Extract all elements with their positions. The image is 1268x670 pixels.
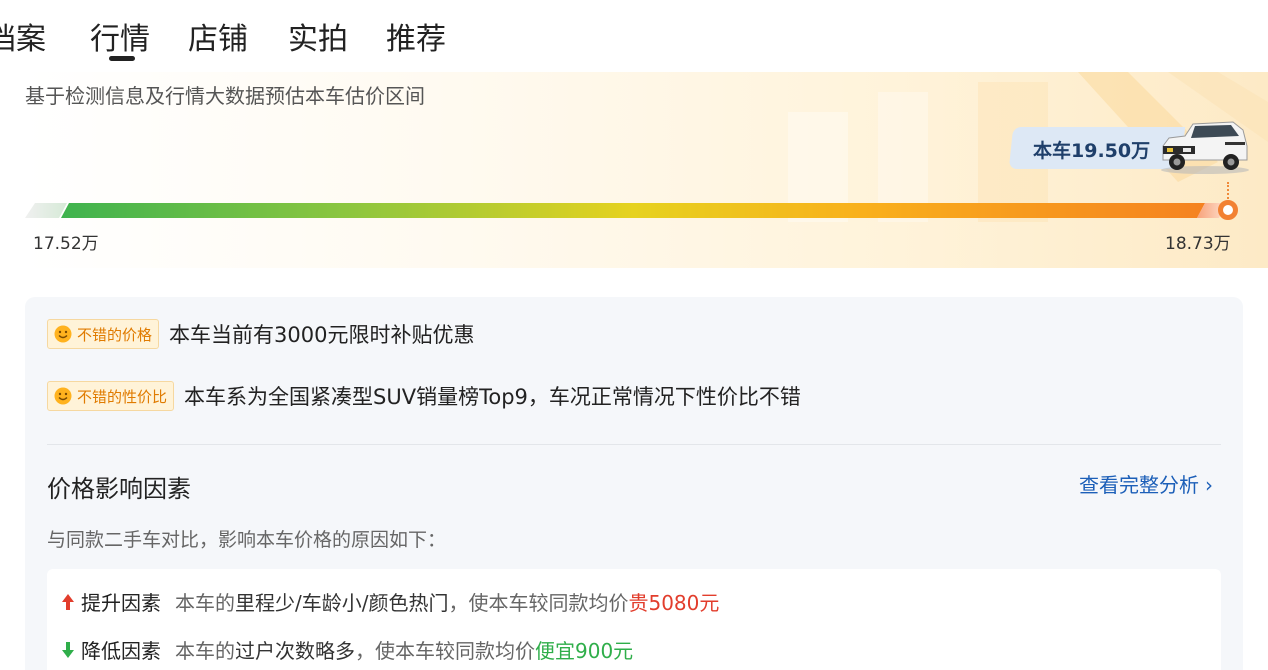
factor-up-mid: ，使本车较同款均价	[448, 591, 629, 615]
arrow-up-icon	[62, 593, 74, 610]
car-price-label: 本车19.50万	[1033, 140, 1151, 162]
tab-recommend[interactable]: 推荐	[386, 14, 446, 58]
range-low-label: 17.52万	[33, 234, 99, 254]
divider	[47, 444, 1221, 445]
factor-up-label: 提升因素	[81, 591, 161, 615]
tab-bar: 档案 行情 店铺 实拍 推荐	[0, 0, 1268, 64]
estimate-subtitle: 基于检测信息及行情大数据预估本车估价区间	[25, 84, 425, 108]
range-high-label: 18.73万	[1165, 234, 1231, 254]
view-full-analysis-label: 查看完整分析	[1079, 473, 1199, 497]
market-page: 档案 行情 店铺 实拍 推荐 基于检测信息及行情大数据预估本车估价区间 本车19…	[0, 0, 1268, 670]
smile-icon	[54, 387, 72, 405]
factor-down-pre: 本车的	[175, 639, 235, 663]
reason-badge: 不错的价格	[47, 319, 160, 349]
arrow-down-icon	[62, 641, 74, 658]
factor-down-mid: ，使本车较同款均价	[355, 639, 535, 663]
reason-item: 不错的价格 本车当前有3000元限时补贴优惠	[47, 319, 474, 349]
car-image	[1161, 121, 1249, 174]
factor-up-value: 贵5080元	[628, 591, 720, 615]
tab-market[interactable]: 行情	[90, 14, 150, 58]
factor-up-items: 里程少/车龄小/颜色热门	[235, 591, 449, 615]
factor-up-row: 提升因素 本车的 里程少/车龄小/颜色热门 ，使本车较同款均价 贵5080元	[61, 587, 719, 616]
price-analysis-card: 不错的价格 本车当前有3000元限时补贴优惠 不错的性价比 本车系为全国紧凑型S…	[25, 297, 1243, 670]
factors-list: 提升因素 本车的 里程少/车龄小/颜色热门 ，使本车较同款均价 贵5080元 降低因素…	[47, 569, 1221, 670]
smile-icon	[54, 325, 72, 343]
factor-down-row: 降低因素 本车的 过户次数略多 ，使本车较同款均价 便宜900元	[61, 635, 633, 664]
car-price-marker	[1218, 200, 1238, 220]
range-bar-below	[25, 203, 67, 218]
tab-store[interactable]: 店铺	[188, 14, 248, 58]
view-full-analysis-link[interactable]: 查看完整分析 ›	[1079, 469, 1213, 498]
active-tab-indicator	[109, 56, 135, 61]
tab-archive[interactable]: 档案	[0, 14, 46, 58]
tab-photos[interactable]: 实拍	[288, 14, 348, 58]
chevron-right-icon: ›	[1205, 473, 1213, 497]
reason-item: 不错的性价比 本车系为全国紧凑型SUV销量榜Top9，车况正常情况下性价比不错	[47, 381, 801, 411]
factor-down-items: 过户次数略多	[235, 639, 355, 663]
factor-down-label: 降低因素	[81, 639, 161, 663]
price-estimate-banner: 基于检测信息及行情大数据预估本车估价区间 本车19.50万 17.52万 18.…	[25, 72, 1268, 268]
reason-badge-label: 不错的性价比	[77, 387, 168, 406]
price-range-bar	[61, 203, 1205, 218]
factor-down-value: 便宜900元	[535, 639, 634, 663]
factors-subtitle: 与同款二手车对比，影响本车价格的原因如下：	[47, 529, 447, 551]
reason-badge: 不错的性价比	[47, 381, 175, 411]
reason-text: 本车当前有3000元限时补贴优惠	[169, 323, 475, 347]
reason-text: 本车系为全国紧凑型SUV销量榜Top9，车况正常情况下性价比不错	[184, 385, 801, 409]
factor-up-pre: 本车的	[175, 591, 235, 615]
reason-badge-label: 不错的价格	[77, 325, 153, 344]
factors-title: 价格影响因素	[47, 475, 191, 503]
